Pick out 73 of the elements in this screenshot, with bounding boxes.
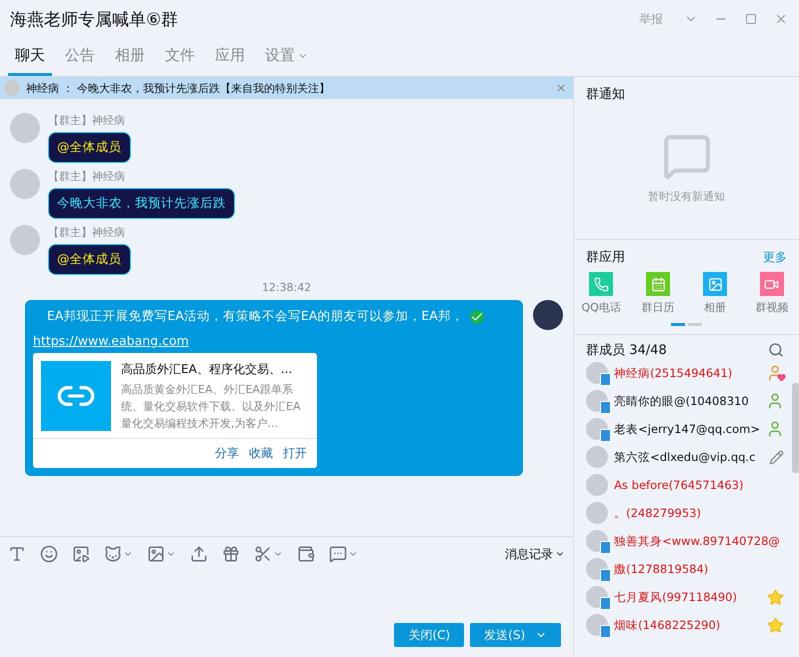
video-icon[interactable] xyxy=(760,272,784,296)
message-bubble: @全体成员 xyxy=(48,132,130,163)
member-name[interactable]: 亮睛你的眼@(10408310 xyxy=(614,394,760,408)
chat-icon[interactable] xyxy=(329,545,347,563)
sender-name: 【群主】神经病 xyxy=(48,113,126,128)
member-name[interactable]: 七月夏风(997118490) xyxy=(614,590,761,604)
member-name[interactable]: 老表<jerry147@qq.com> xyxy=(614,422,760,436)
section-title: 群通知 xyxy=(586,86,626,103)
tab[interactable]: 文件 xyxy=(158,46,202,76)
member-name[interactable]: 神经病(2515494641) xyxy=(614,366,760,380)
emoji-icon[interactable] xyxy=(40,545,58,563)
member-name[interactable]: 烟味(1468225290) xyxy=(614,618,761,632)
member-name[interactable]: As before(764571463) xyxy=(614,478,784,492)
timestamp: 12:38:42 xyxy=(260,281,312,294)
send-button[interactable]: 发送(S) xyxy=(470,623,562,647)
link-thumbnail xyxy=(41,361,111,431)
tab[interactable]: 设置 xyxy=(258,46,315,76)
app-label: QQ电话 xyxy=(581,300,621,315)
message-text: EA邦现正开展免费写EA活动，有策略不会写EA的朋友可以参加，EA邦， xyxy=(47,308,464,325)
link-card[interactable]: 高品质外汇EA、程序化交易、... 高品质黄金外汇EA、外汇EA跟单系统、量化交易软件下载、以及外汇EA量化交易编程技术开发,为客户... 分享 收藏 打开 xyxy=(33,353,317,468)
member-name[interactable]: 第六弦<dlxedu@vip.qq.c xyxy=(614,450,763,464)
sender-name: 【群主】神经病 xyxy=(48,169,126,184)
phone-icon[interactable] xyxy=(589,272,614,296)
section-title: 群应用 xyxy=(586,249,626,266)
more-link[interactable]: 更多 xyxy=(763,248,787,266)
tab[interactable]: 应用 xyxy=(208,46,252,76)
avatar xyxy=(4,80,20,96)
member-name[interactable]: 。(248279953) xyxy=(614,506,784,520)
avatar xyxy=(586,446,608,468)
tab[interactable]: 公告 xyxy=(58,46,102,76)
avatar xyxy=(10,225,40,255)
gift-icon[interactable] xyxy=(222,545,240,563)
search-icon[interactable] xyxy=(768,342,784,358)
card-action[interactable]: 收藏 xyxy=(249,445,273,462)
notice-text: 神经病 ： 今晚大非农，我预计先涨后跌【来自我的特别关注】 xyxy=(26,80,330,96)
calendar-icon[interactable] xyxy=(646,272,670,296)
avatar xyxy=(10,169,40,199)
album-icon[interactable] xyxy=(703,272,728,296)
section-title: 群成员 34/48 xyxy=(586,342,667,359)
sender-name: 【群主】神经病 xyxy=(48,225,126,240)
card-action[interactable]: 分享 xyxy=(215,445,239,462)
app-label: 群视频 xyxy=(755,300,788,315)
member-name[interactable]: 独善其身<www.897140728@ xyxy=(614,534,784,548)
close-icon[interactable] xyxy=(555,82,568,94)
cat-icon[interactable] xyxy=(104,545,122,563)
card-description: 高品质黄金外汇EA、外汇EA跟单系统、量化交易软件下载、以及外汇EA量化交易编程技术开发,为客户... xyxy=(121,382,302,432)
avatar xyxy=(533,300,564,330)
font-icon[interactable] xyxy=(8,545,26,563)
history-button[interactable]: 消息记录 xyxy=(505,546,566,562)
upload-icon[interactable] xyxy=(190,545,208,563)
message-bubble: @全体成员 xyxy=(48,244,130,275)
close-button[interactable]: 关闭(C) xyxy=(394,623,464,647)
app-label: 相册 xyxy=(704,300,726,315)
report-link[interactable]: 举报 xyxy=(639,10,663,28)
wallet-icon[interactable] xyxy=(297,545,315,563)
animated-image-icon[interactable] xyxy=(72,545,90,563)
avatar xyxy=(586,502,608,524)
page-indicator[interactable] xyxy=(671,323,686,326)
empty-text: 暂时没有新通知 xyxy=(648,188,726,204)
card-title: 高品质外汇EA、程序化交易、... xyxy=(121,361,294,378)
tab[interactable]: 相册 xyxy=(108,46,152,76)
scissors-icon[interactable] xyxy=(254,545,272,563)
app-label: 群日历 xyxy=(642,300,675,315)
window-title: 海燕老师专属喊单⑥群 xyxy=(10,8,180,30)
avatar xyxy=(10,113,40,143)
link[interactable]: https://www.eabang.com xyxy=(33,333,189,348)
scrollbar-thumb[interactable] xyxy=(792,383,799,473)
card-action[interactable]: 打开 xyxy=(283,445,307,462)
check-icon xyxy=(470,310,484,324)
avatar xyxy=(586,474,608,496)
message-bubble: 今晚大非农，我预计先涨后跌 xyxy=(48,188,235,219)
image-icon[interactable] xyxy=(147,545,165,563)
member-name[interactable]: 嫐(1278819584) xyxy=(614,562,784,576)
